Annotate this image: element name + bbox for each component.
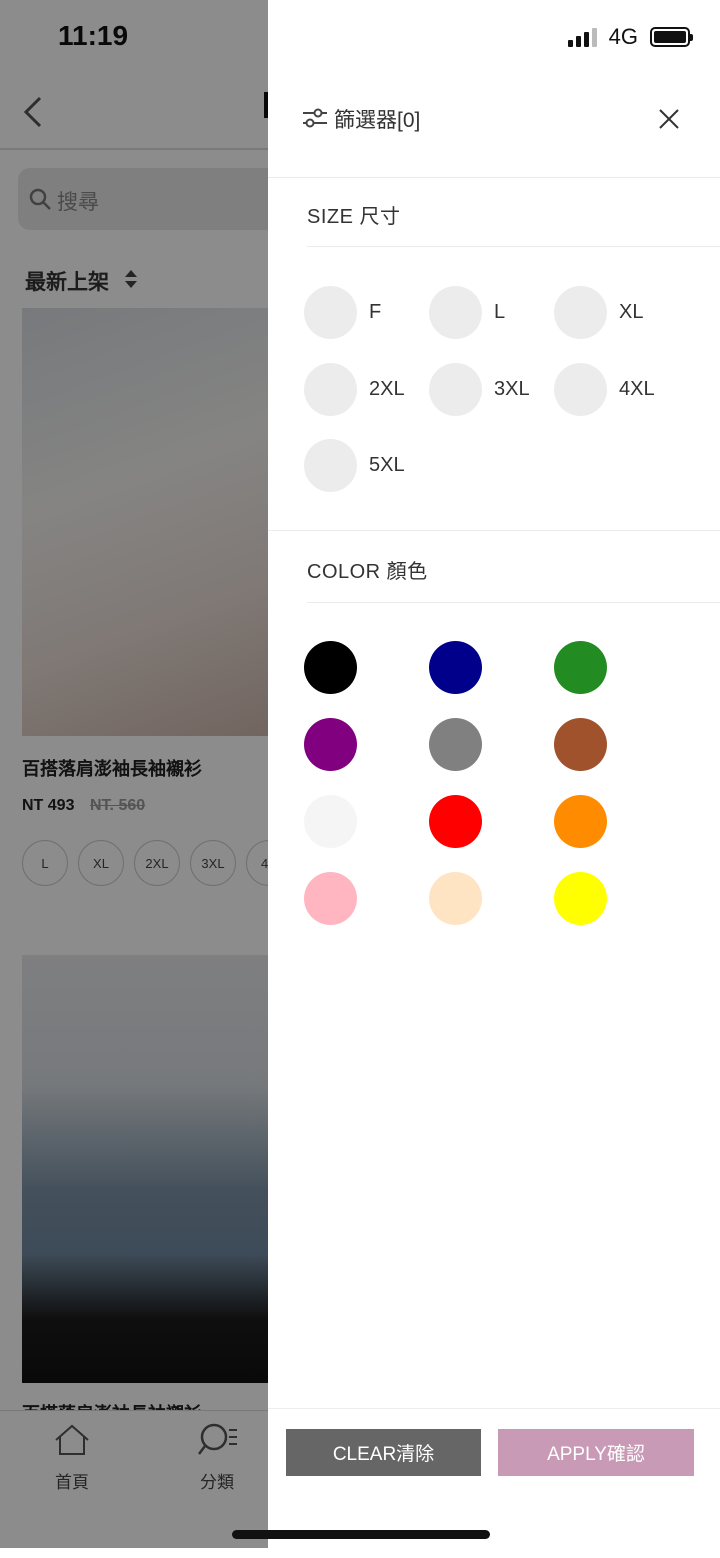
size-radio[interactable] — [304, 363, 357, 416]
size-option-4xl[interactable]: 4XL — [554, 363, 655, 416]
size-option-xl[interactable]: XL — [554, 286, 643, 339]
size-radio[interactable] — [304, 286, 357, 339]
apply-button[interactable]: APPLY確認 — [498, 1429, 694, 1476]
size-option-label: 4XL — [619, 378, 655, 400]
size-option-2xl[interactable]: 2XL — [304, 363, 405, 416]
color-swatch[interactable] — [304, 795, 357, 848]
color-swatch[interactable] — [554, 718, 607, 771]
clear-button[interactable]: CLEAR清除 — [286, 1429, 481, 1476]
network-label: 4G — [608, 24, 638, 49]
size-option-3xl[interactable]: 3XL — [429, 363, 530, 416]
footer-divider — [268, 1408, 720, 1409]
close-icon[interactable] — [656, 106, 682, 132]
size-radio[interactable] — [554, 286, 607, 339]
color-section-divider — [307, 602, 720, 603]
section-divider — [268, 530, 720, 531]
color-swatch[interactable] — [429, 872, 482, 925]
size-option-label: 5XL — [369, 454, 405, 476]
filter-sliders-icon — [303, 108, 327, 128]
page-bottom-edge — [0, 1548, 270, 1558]
size-option-l[interactable]: L — [429, 286, 505, 339]
size-option-label: XL — [619, 301, 644, 323]
color-swatch[interactable] — [429, 718, 482, 771]
filter-title: 篩選器[0] — [334, 109, 421, 132]
size-radio[interactable] — [304, 439, 357, 492]
color-swatch[interactable] — [554, 795, 607, 848]
size-radio[interactable] — [429, 286, 482, 339]
home-indicator — [232, 1530, 490, 1539]
filter-drawer: 4G 篩選器[0] SIZE 尺寸 F L XL 2XL 3XL 4XL 5XL… — [268, 0, 720, 1558]
size-radio[interactable] — [554, 363, 607, 416]
filter-header: 篩選器[0] — [268, 88, 720, 178]
drawer-backdrop[interactable] — [0, 0, 270, 1558]
size-option-label: 3XL — [494, 378, 530, 400]
color-swatch[interactable] — [429, 795, 482, 848]
color-swatch[interactable] — [554, 641, 607, 694]
color-swatch[interactable] — [429, 641, 482, 694]
color-swatch[interactable] — [304, 641, 357, 694]
color-swatch[interactable] — [554, 872, 607, 925]
size-option-label: F — [369, 301, 382, 323]
size-section-title: SIZE 尺寸 — [307, 206, 401, 228]
color-swatch[interactable] — [304, 718, 357, 771]
signal-icon — [567, 27, 597, 47]
battery-icon — [650, 27, 693, 47]
size-option-label: L — [494, 301, 506, 323]
status-indicators: 4G — [567, 24, 693, 50]
size-section-divider — [307, 246, 720, 247]
size-option-label: 2XL — [369, 378, 405, 400]
size-option-5xl[interactable]: 5XL — [304, 439, 405, 492]
color-swatch[interactable] — [304, 872, 357, 925]
size-radio[interactable] — [429, 363, 482, 416]
color-section-title: COLOR 顏色 — [307, 561, 428, 583]
size-option-f[interactable]: F — [304, 286, 381, 339]
